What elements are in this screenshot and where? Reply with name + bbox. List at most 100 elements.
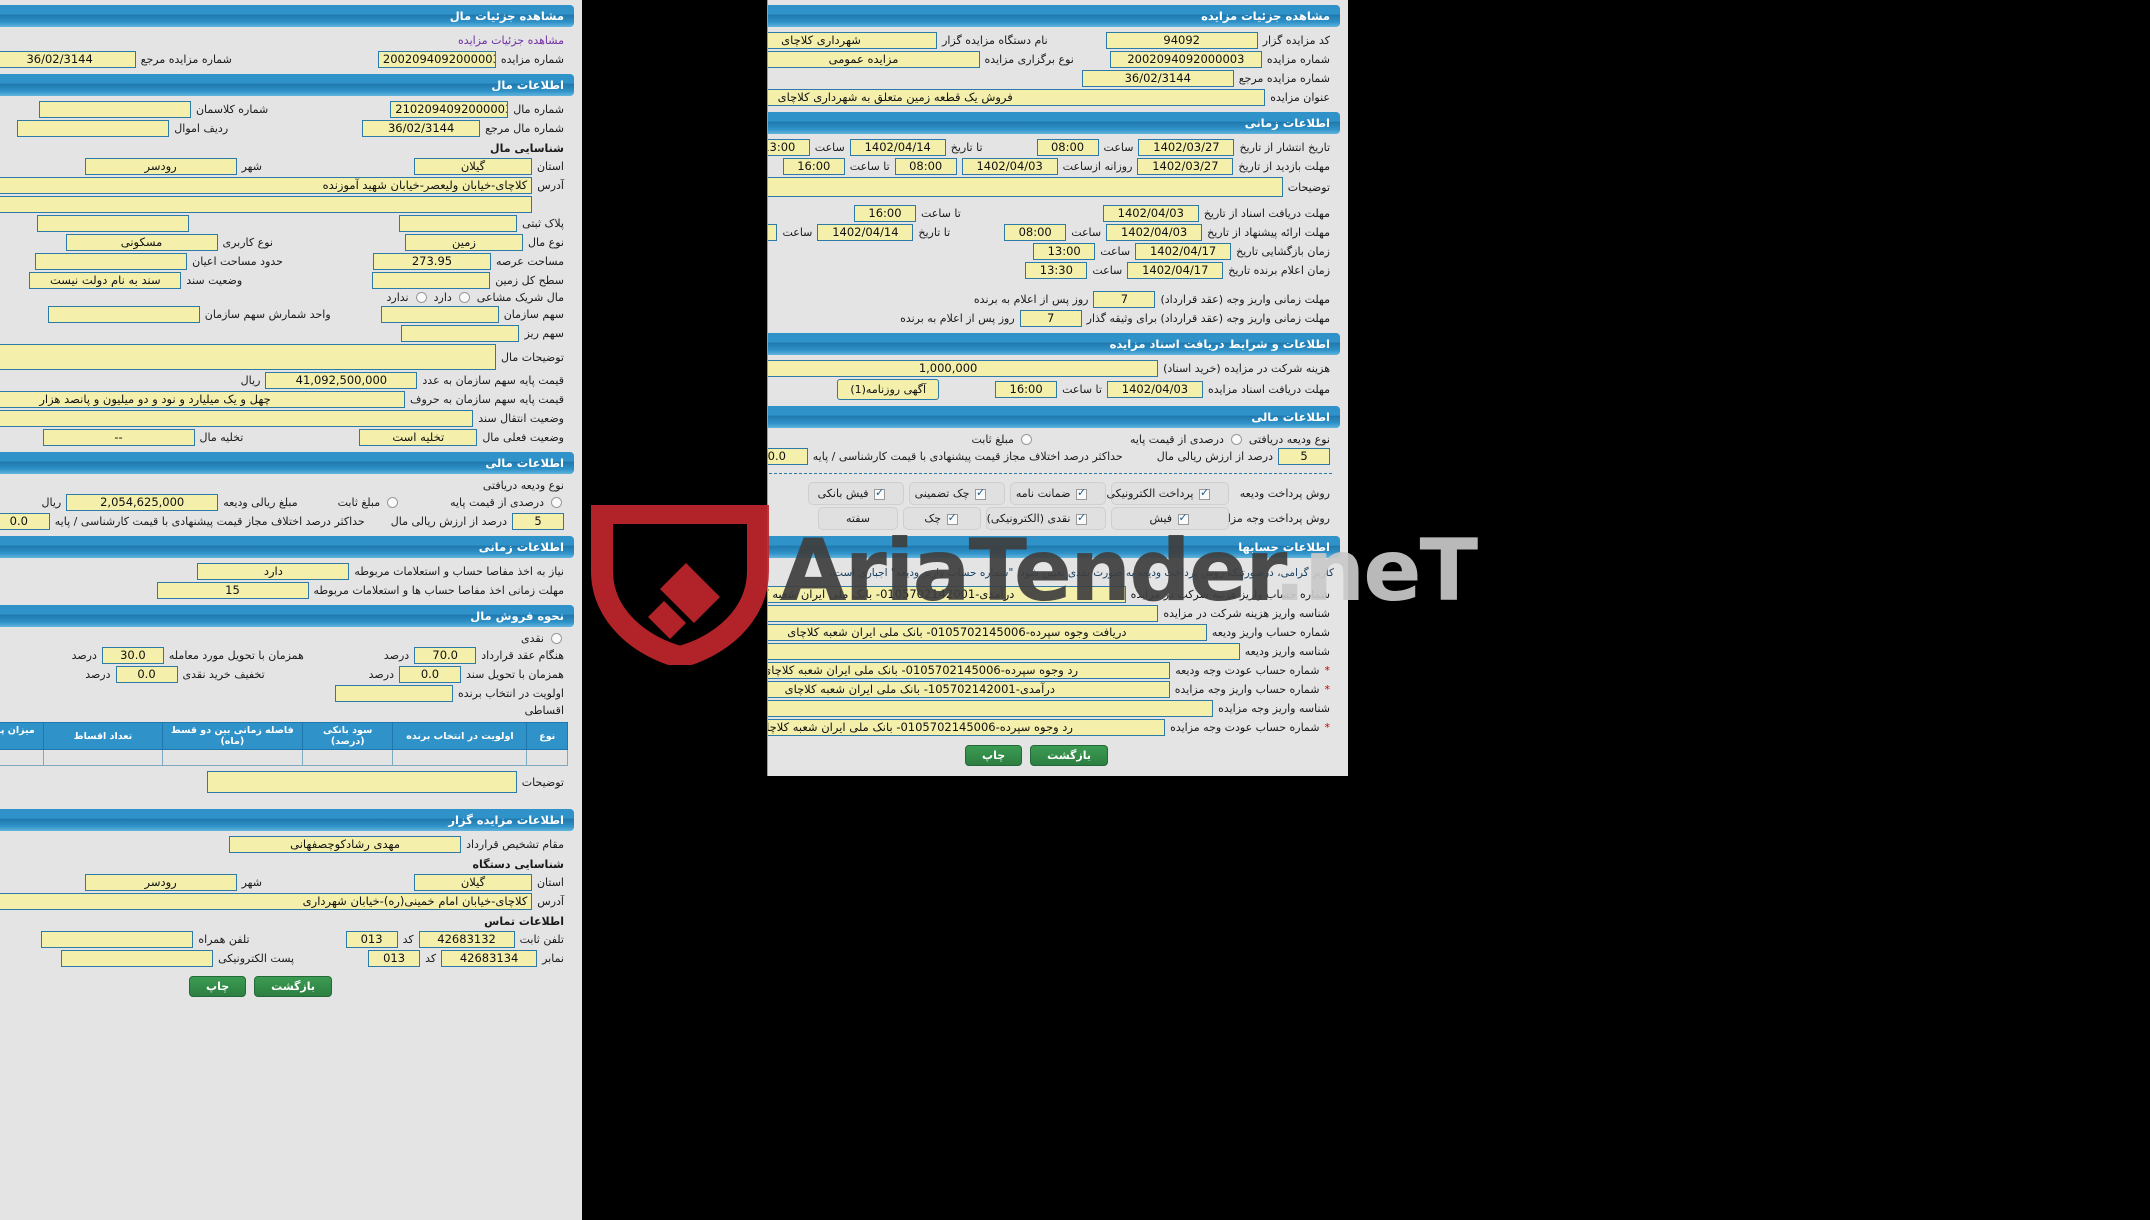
fax-label: نمابر	[542, 952, 564, 965]
org-share-value[interactable]	[380, 306, 499, 323]
cash-radio[interactable]	[551, 633, 562, 644]
right-fixed-amount-radio[interactable]	[1020, 434, 1032, 445]
max-diff-label: حداکثر درصد اختلاف مجاز قیمت پیشنهادی با…	[54, 515, 365, 528]
postal-extra-value[interactable]	[37, 215, 190, 232]
row-auction-code: کد مزایده گزار 94092 نام دستگاه مزایده گ…	[768, 31, 1348, 50]
account-value-3[interactable]	[768, 643, 1240, 660]
land-area-value: 273.95	[372, 253, 491, 270]
back-button-right[interactable]: بازگشت	[1030, 745, 1108, 766]
td-interval	[161, 749, 303, 766]
row-submit: مهلت ارائه پیشنهاد از تاریخ 1402/04/03 س…	[768, 223, 1348, 242]
fixed-amount-radio[interactable]	[387, 497, 399, 508]
row-time-notes: توضیحات	[768, 176, 1348, 198]
postal-value[interactable]	[399, 215, 518, 232]
building-area-value[interactable]	[35, 253, 188, 270]
org-share-count-value[interactable]	[47, 306, 200, 323]
table-header-row: نوع اولویت در انتخاب برنده سود بانکی (در…	[0, 722, 568, 750]
deposit-method-electronic[interactable]: پرداخت الکترونیکی	[1107, 482, 1229, 505]
print-button-right[interactable]: چاپ	[965, 745, 1023, 766]
section-header-time-info: اطلاعات زمانی	[0, 536, 574, 558]
total-land-value[interactable]	[372, 272, 491, 289]
deposit-method-cheque[interactable]: چک تضمینی	[909, 482, 1005, 505]
base-price-words-label: قیمت پایه سهم سازمان به حروف	[410, 393, 564, 406]
view-auction-details-link[interactable]: مشاهده جزئیات مزایده	[0, 31, 582, 50]
visit-from-date-value: 1402/04/03	[961, 158, 1058, 175]
shared-owner-none-radio[interactable]	[415, 292, 427, 303]
auction-payment-receipt[interactable]: فیش	[1111, 507, 1229, 530]
row-contract-delivery: هنگام عقد قرارداد 70.0 درصد همزمان با تح…	[0, 646, 582, 665]
auctioneer-address-label: آدرس	[537, 895, 564, 908]
check-icon[interactable]	[874, 486, 885, 500]
vacate-label: تخلیه مال	[199, 431, 244, 444]
right-percent-of-base-label: درصدی از قیمت پایه	[1129, 433, 1224, 446]
percent-of-value-label: درصد از ارزش ریالی مال	[390, 515, 507, 528]
city-label: شهر	[241, 160, 262, 173]
required-asterisk: *	[1324, 721, 1331, 734]
th-noncash-percent: میزان پرداخت غیر نقدی(اقساط) (درصد)	[0, 722, 45, 750]
account-label-3: شناسه واریز ودیعه	[1244, 645, 1330, 658]
fee-value: 1,000,000	[768, 360, 1159, 377]
email-value[interactable]	[61, 950, 214, 967]
transfer-status-value[interactable]	[0, 410, 474, 427]
right-percent-of-base-radio[interactable]	[1230, 434, 1242, 445]
base-price-num-label: قیمت پایه سهم سازمان به عدد	[422, 374, 564, 387]
newspaper-ad-button[interactable]: آگهی روزنامه(1)	[837, 379, 940, 400]
check-icon[interactable]	[1199, 486, 1210, 500]
at-contract-unit: درصد	[383, 649, 410, 662]
address-extra-value[interactable]	[0, 196, 533, 213]
submit-label: مهلت ارائه پیشنهاد از تاریخ	[1207, 226, 1330, 239]
auctioneer-city-value: رودسر	[84, 874, 237, 891]
check-icon[interactable]	[1177, 511, 1189, 525]
property-type-value: زمین	[404, 234, 523, 251]
pay-deadline-unit: روز پس از اعلام به برنده	[973, 293, 1089, 306]
time-notes-value[interactable]	[768, 177, 1283, 197]
fine-share-value[interactable]	[401, 325, 520, 342]
holding-type-label: نوع برگزاری مزایده	[984, 53, 1074, 66]
class-number-value[interactable]	[38, 101, 191, 118]
ref-property-number-label: شماره مال مرجع	[485, 122, 564, 135]
max-diff-value: 0.0	[0, 513, 50, 530]
property-notes-value[interactable]	[0, 344, 497, 370]
at-delivery-label: همزمان با تحویل مورد معامله	[168, 649, 304, 662]
auction-payment-cash-electronic[interactable]: نقدی (الکترونیکی)	[986, 507, 1106, 530]
cash-label: نقدی	[520, 632, 544, 645]
check-icon[interactable]	[1076, 511, 1087, 525]
row-areas: مساحت عرصه 273.95 حدود مساحت اعیان	[0, 252, 582, 271]
shared-owner-has-radio[interactable]	[458, 292, 470, 303]
publish-to-time-label: ساعت	[814, 141, 845, 154]
account-value-1[interactable]	[768, 605, 1159, 622]
deposit-method-bank-receipt[interactable]: فیش بانکی	[808, 482, 904, 505]
deposit-method-label: روش پرداخت ودیعه	[1239, 487, 1330, 500]
account-value-4: رد وجوه سپرده-0105702145006- بانک ملی ای…	[768, 662, 1171, 679]
print-button-left[interactable]: چاپ	[189, 976, 247, 997]
row-right-percent-maxdiff: 5 درصد از ارزش ریالی مال حداکثر درصد اخت…	[768, 447, 1348, 466]
mobile-value[interactable]	[41, 931, 194, 948]
check-icon[interactable]	[975, 486, 986, 500]
percent-of-base-radio[interactable]	[551, 497, 562, 508]
section-header-property-details: مشاهده جزئیات مال	[0, 5, 574, 27]
fixed-amount-label: مبلغ ثابت	[337, 496, 381, 509]
sale-notes-value[interactable]	[206, 771, 517, 793]
auctioneer-name-label: نام دستگاه مزایده گزار	[942, 34, 1048, 47]
asset-row-value[interactable]	[17, 120, 170, 137]
account-value-6[interactable]	[768, 700, 1214, 717]
postal-label: پلاک ثبتی	[522, 217, 564, 230]
auction-payment-cheque[interactable]: چک	[903, 507, 981, 530]
deposit-method-guarantee[interactable]: ضمانت نامه	[1010, 482, 1106, 505]
announce-time-label: ساعت	[1092, 264, 1123, 277]
check-icon[interactable]	[946, 511, 958, 525]
right-ref-number-label: شماره مزایده مرجع	[1238, 72, 1330, 85]
row-receive-docs: مهلت دریافت اسناد از تاریخ 1402/04/03 تا…	[768, 204, 1348, 223]
transfer-status-label: وضعیت انتقال سند	[478, 412, 564, 425]
left-button-bar: بازگشت چاپ	[0, 968, 582, 1007]
check-icon[interactable]	[1076, 486, 1087, 500]
row-priority: اولویت در انتخاب برنده	[0, 684, 582, 703]
docs-deadline-to-label: تا ساعت	[1062, 383, 1102, 396]
row-base-price-words: قیمت پایه سهم سازمان به حروف چهل و یک می…	[0, 390, 582, 409]
priority-value[interactable]	[335, 685, 454, 702]
required-asterisk: *	[1324, 664, 1331, 677]
auction-payment-promissory[interactable]: سفته	[818, 507, 898, 530]
pay-deadline2-unit: روز پس از اعلام به برنده	[900, 312, 1015, 325]
subsection-property-identity: شناسایی مال	[490, 142, 564, 155]
back-button-left[interactable]: بازگشت	[254, 976, 332, 997]
